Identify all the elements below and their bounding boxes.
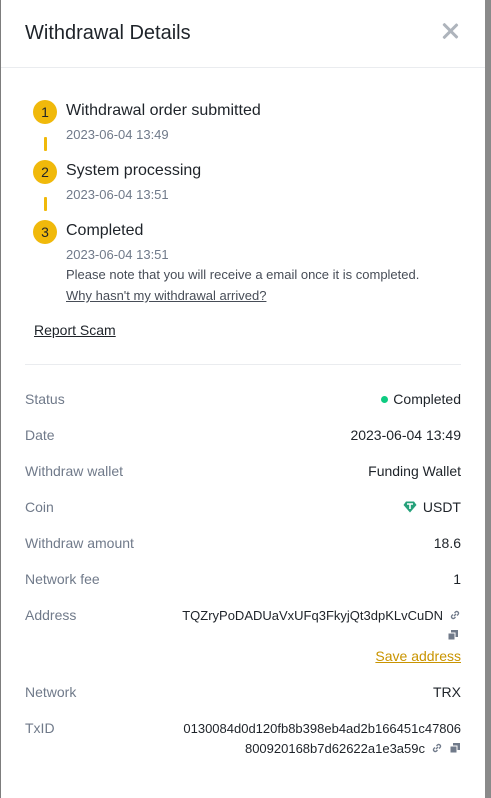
txid-line-1: 0130084d0d120fb8b398eb4ad2b166451c47806 bbox=[183, 721, 461, 736]
txid-line-2: 800920168b7d62622a1e3a59c bbox=[244, 741, 425, 756]
modal-title: Withdrawal Details bbox=[25, 22, 191, 44]
address-label: Address bbox=[25, 607, 77, 623]
step-title: Completed bbox=[66, 222, 144, 239]
wallet-label: Withdraw wallet bbox=[25, 463, 124, 479]
close-icon[interactable] bbox=[439, 20, 461, 42]
timeline-connector bbox=[44, 197, 47, 211]
fee-label: Network fee bbox=[25, 571, 100, 587]
step-number-badge: 3 bbox=[33, 220, 57, 244]
fee-value: 1 bbox=[453, 571, 461, 587]
modal-header: Withdrawal Details bbox=[1, 0, 485, 68]
withdrawal-details-modal: Withdrawal Details 1 Withdrawal order su… bbox=[1, 0, 485, 798]
report-scam-link[interactable]: Report Scam bbox=[34, 322, 116, 338]
status-dot-icon bbox=[381, 396, 389, 403]
amount-value: 18.6 bbox=[433, 535, 461, 551]
step-time: 2023-06-04 13:49 bbox=[66, 127, 169, 142]
step-time: 2023-06-04 13:51 bbox=[66, 247, 169, 262]
coin-name: USDT bbox=[422, 499, 461, 515]
status-value: Completed bbox=[381, 391, 461, 407]
amount-label: Withdraw amount bbox=[25, 535, 134, 551]
copy-icon[interactable] bbox=[447, 629, 459, 641]
status-text: Completed bbox=[393, 391, 461, 407]
wallet-value: Funding Wallet bbox=[368, 463, 461, 479]
address-row: Address TQZryPoDADUaVxUFq3FkyjQt3dpKLvCu… bbox=[25, 607, 461, 667]
network-value: TRX bbox=[433, 684, 461, 700]
save-address-link[interactable]: Save address bbox=[375, 648, 461, 664]
coin-value: USDT bbox=[403, 499, 461, 515]
date-value: 2023-06-04 13:49 bbox=[350, 427, 461, 443]
timeline-connector bbox=[44, 137, 47, 151]
usdt-icon bbox=[403, 501, 417, 513]
txid-row: TxID 0130084d0d120fb8b398eb4ad2b166451c4… bbox=[25, 720, 461, 762]
step-time: 2023-06-04 13:51 bbox=[66, 187, 169, 202]
completion-note: Please note that you will receive a emai… bbox=[66, 267, 420, 282]
link-icon[interactable] bbox=[449, 609, 461, 621]
status-label: Status bbox=[25, 391, 65, 407]
txid-line-2-wrap: 800920168b7d62622a1e3a59c bbox=[245, 741, 461, 756]
step-number-badge: 1 bbox=[33, 100, 57, 124]
link-icon[interactable] bbox=[431, 742, 443, 754]
step-title: System processing bbox=[66, 162, 202, 179]
txid-label: TxID bbox=[25, 720, 55, 736]
address-value: TQZryPoDADUaVxUFq3FkyjQt3dpKLvCuDN bbox=[182, 608, 443, 623]
network-label: Network bbox=[25, 684, 77, 700]
coin-label: Coin bbox=[25, 499, 54, 515]
step-title: Withdrawal order submitted bbox=[66, 102, 261, 119]
copy-icon[interactable] bbox=[449, 742, 461, 754]
address-value-wrap: TQZryPoDADUaVxUFq3FkyjQt3dpKLvCuDN bbox=[182, 608, 461, 623]
step-number-badge: 2 bbox=[33, 160, 57, 184]
why-not-arrived-link[interactable]: Why hasn't my withdrawal arrived? bbox=[66, 288, 266, 303]
date-label: Date bbox=[25, 427, 55, 443]
divider bbox=[25, 364, 461, 365]
